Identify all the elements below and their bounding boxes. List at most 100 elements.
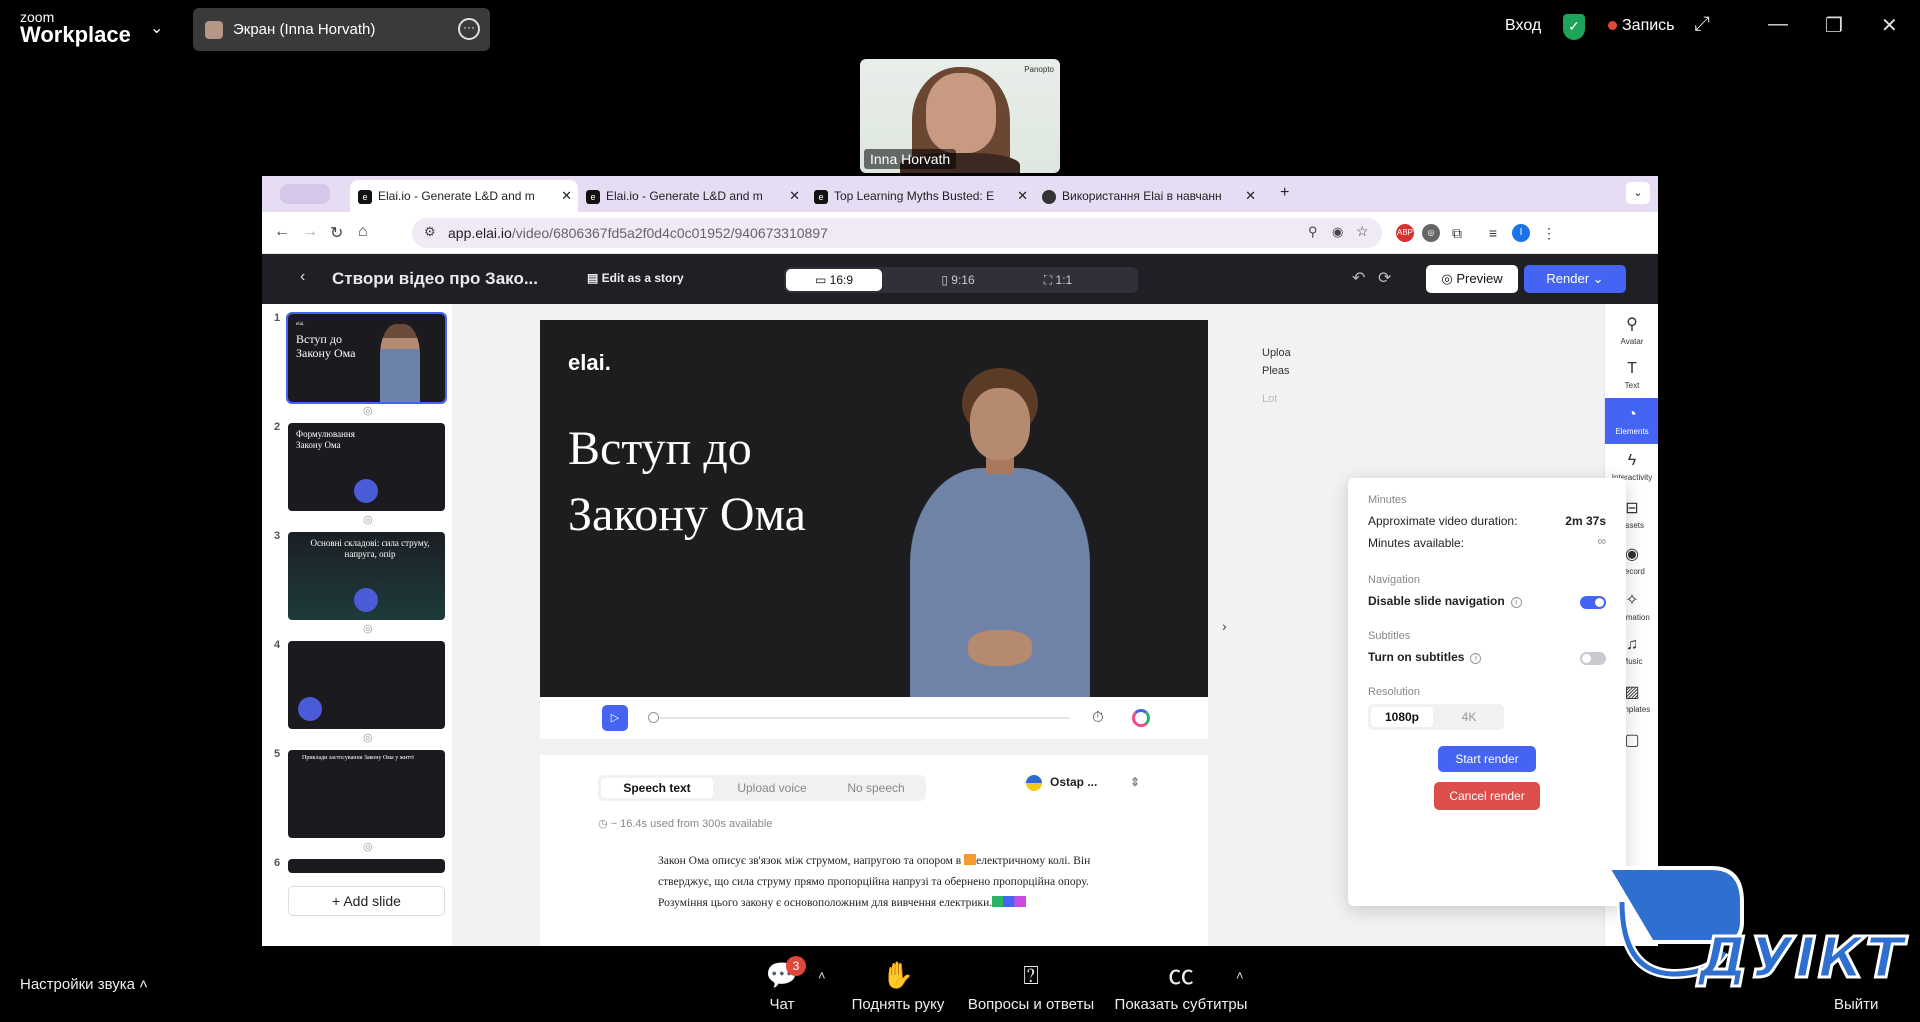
close-tab-icon[interactable]: ✕ [1017,188,1028,204]
avatar-presenter[interactable] [890,368,1110,697]
address-bar[interactable]: ⚙ app.elai.io/video/6806367fd5a2f0d4c0c0… [412,218,1382,248]
usage-label: ~ 16.4s used from 300s available [610,818,773,830]
add-slide-button[interactable]: + Add slide [288,886,445,916]
color-wheel-icon[interactable] [1132,709,1150,727]
participant-video[interactable]: Panopto Inna Horvath [860,59,1060,173]
eye-icon[interactable]: ◉ [1332,224,1343,240]
chevron-up-icon[interactable]: ˄ [818,968,826,983]
back-icon[interactable]: ← [274,223,290,241]
shield-icon[interactable]: ✓ [1563,14,1585,40]
res-4k[interactable]: 4K [1438,707,1500,727]
bookmark-star-icon[interactable]: ☆ [1356,223,1369,240]
project-title[interactable]: Створи відео про Зако... [332,269,538,289]
slide-number: 1 [274,312,281,324]
minimize-icon[interactable]: — [1768,13,1788,36]
close-icon[interactable]: ✕ [1881,13,1898,38]
slide-canvas[interactable]: elai. Вступ до Закону Ома [540,320,1208,697]
cancel-render-button[interactable]: Cancel render [1434,782,1540,810]
start-render-button[interactable]: Start render [1438,746,1536,772]
tab-groups-icon[interactable] [280,184,330,204]
share-label: Экран (Inna Horvath) [233,21,376,38]
transition-icon[interactable]: ◎ [363,840,373,853]
disable-navigation-toggle[interactable] [1580,596,1606,609]
media-icon[interactable]: ≡ [1484,224,1502,242]
more-icon[interactable]: ··· [458,18,480,40]
leave-button[interactable]: Выйти [1834,996,1878,1013]
tool-elements[interactable]: ◔ Elements [1605,398,1658,444]
puzzle-icon[interactable]: ⧉ [1448,224,1466,242]
play-icon[interactable]: ▷ [602,705,628,731]
slide-thumb-4[interactable] [288,641,445,729]
panopto-logo: Panopto [1024,65,1054,74]
transition-icon[interactable]: ◎ [363,622,373,635]
browser-tab-4[interactable]: Використання Elai в навчанн ✕ [1034,180,1262,212]
profile-avatar[interactable]: I [1512,224,1530,242]
reload-icon[interactable]: ↻ [330,223,343,243]
slide-title: Формулювання Закону Ома [296,429,355,450]
timer-off-icon[interactable]: ⏱ [1092,709,1104,726]
zoom-lens-icon[interactable]: ⚲ [1308,224,1318,240]
ratio-1-1[interactable]: ⛶ 1:1 [1010,269,1106,291]
tab-title: Elai.io - Generate L&D and m [378,189,535,203]
gesture-markers[interactable] [992,896,1027,907]
signin-button[interactable]: Вход [1505,17,1541,35]
adblock-icon[interactable]: ABP [1396,224,1414,242]
render-button[interactable]: Render ⌄ [1524,265,1626,293]
browser-tab-3[interactable]: e Top Learning Myths Busted: E ✕ [806,180,1034,212]
forward-icon[interactable]: → [302,223,318,241]
slide-heading[interactable]: Вступ до Закону Ома [568,416,888,548]
restore-icon[interactable]: ❐ [1825,13,1843,38]
transition-icon[interactable]: ◎ [363,513,373,526]
res-1080p[interactable]: 1080p [1371,707,1433,727]
extension-icon[interactable]: ◎ [1422,224,1440,242]
chevron-up-icon[interactable]: ˄ [1236,968,1244,983]
qa-button[interactable]: ⍰ Вопросы и ответы [964,960,1098,1013]
transition-icon[interactable]: ◎ [363,731,373,744]
subtitles-toggle[interactable] [1580,652,1606,665]
audio-settings-button[interactable]: Настройки звука ˄ [20,976,148,993]
record-indicator[interactable]: Запись [1608,17,1675,35]
timeline-track[interactable] [652,717,1070,719]
info-icon[interactable]: i [1510,597,1522,608]
transition-icon[interactable]: ◎ [363,404,373,417]
edit-as-story-button[interactable]: ▤ Edit as a story [587,271,684,285]
chevron-down-icon[interactable]: ⌄ [150,18,163,38]
screen-share-pill[interactable]: Экран (Inna Horvath) ··· [193,8,490,51]
info-icon[interactable]: i [1470,653,1482,664]
ratio-16-9[interactable]: ▭ 16:9 [786,269,882,291]
expand-panel-icon[interactable]: › [1222,618,1227,634]
ratio-9-16[interactable]: ▯ 9:16 [910,269,1006,291]
tab-upload-voice[interactable]: Upload voice [716,778,828,798]
home-icon[interactable]: ⌂ [358,223,368,241]
close-tab-icon[interactable]: ✕ [1245,188,1256,204]
slide-thumb-6[interactable] [288,859,445,873]
sync-icon[interactable]: ⟳ [1378,268,1391,288]
slide-thumb-5[interactable]: Приклади застосування Закону Ома у житті [288,750,445,838]
back-arrow-icon[interactable]: ‹ [300,268,305,286]
fullscreen-icon[interactable]: ⤢ [1694,13,1710,36]
browser-tab-1[interactable]: e Elai.io - Generate L&D and m ✕ [350,180,578,212]
site-info-icon[interactable]: ⚙ [424,224,436,240]
slide-thumb-2[interactable]: Формулювання Закону Ома [288,423,445,511]
tab-search-icon[interactable]: ⌄ [1626,182,1650,204]
aspect-ratio-selector: ▭ 16:9 ▯ 9:16 ⛶ 1:1 [784,267,1138,293]
undo-icon[interactable]: ↶ [1352,268,1365,288]
preview-button[interactable]: ◎ Preview [1426,265,1518,293]
tab-no-speech[interactable]: No speech [830,778,922,798]
close-tab-icon[interactable]: ✕ [789,188,800,204]
tab-speech-text[interactable]: Speech text [601,778,713,798]
slide-thumb-3[interactable]: Основні складові: сила струму, напруга, … [288,532,445,620]
voice-selector[interactable]: Ostap ... [1050,775,1097,789]
tool-avatar[interactable]: ⚲ Avatar [1605,314,1658,346]
speech-textarea[interactable]: Закон Ома описує зв'язок між струмом, на… [658,851,1128,914]
menu-icon[interactable]: ⋮ [1540,224,1558,242]
captions-button[interactable]: ㏄ Показать субтитры [1112,960,1250,1013]
close-tab-icon[interactable]: ✕ [561,188,572,204]
slide-thumb-1[interactable]: elai. Вступ до Закону Ома [286,312,447,404]
browser-tab-2[interactable]: e Elai.io - Generate L&D and m ✕ [578,180,806,212]
timeline-handle[interactable] [648,712,659,723]
pause-marker[interactable] [964,854,977,865]
raise-hand-button[interactable]: ✋ Поднять руку [848,960,948,1013]
updown-icon[interactable]: ⇕ [1130,775,1140,789]
tool-text[interactable]: T Text [1605,360,1658,390]
